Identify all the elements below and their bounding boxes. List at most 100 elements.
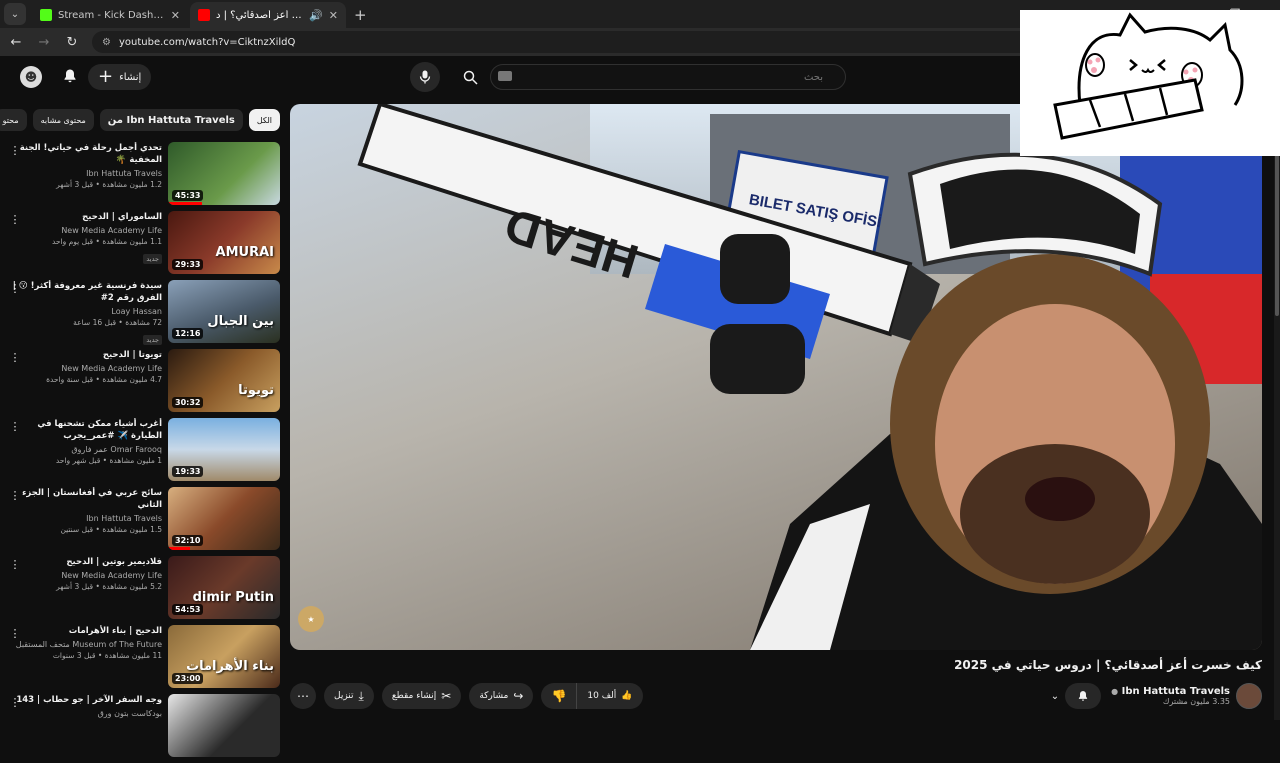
watch-progress-bar [168, 547, 191, 550]
video-title[interactable]: تحدي أجمل رحلة في حياتي! الجنة المخفية 🌴 [8, 142, 162, 166]
create-button[interactable]: + إنشاء [88, 64, 152, 90]
channel-name[interactable]: Loay Hassan [8, 307, 162, 316]
list-item[interactable]: وجه السفر الآخر | جو حطاب | 143 بودكاست … [8, 694, 280, 763]
video-stats: 1.5 مليون مشاهدة • قبل سنتين [60, 525, 162, 534]
video-stats: 1.1 مليون مشاهدة • قبل يوم واحد [51, 237, 162, 246]
video-title[interactable]: وجه السفر الآخر | جو حطاب | 143 [8, 694, 162, 706]
more-actions-icon[interactable]: ⋮ [8, 213, 22, 226]
channel-name-main[interactable]: ● Ibn Hattuta Travels [1111, 686, 1230, 697]
video-thumbnail[interactable]: AMURAI 29:33 [168, 211, 280, 274]
channel-name[interactable]: Ibn Hattuta Travels [8, 169, 162, 178]
more-actions-icon[interactable]: ⋮ [8, 627, 22, 640]
channel-avatar[interactable] [1236, 683, 1262, 709]
download-button[interactable]: تنزيل ⤓ [324, 683, 374, 709]
video-thumbnail[interactable] [168, 694, 280, 757]
video-meta: سائح عربي في أفغانستان | الجزء الثاني Ib… [8, 487, 168, 556]
account-avatar[interactable]: ☻ [20, 66, 42, 88]
like-button[interactable]: 10 ألف 👍 [576, 683, 642, 709]
video-thumbnail[interactable]: بين الجبال 12:16 [168, 280, 280, 343]
video-title[interactable]: فلاديمير بوتين | الدحيح [8, 556, 162, 568]
list-item[interactable]: 19:33 أغرب أشياء ممكن تشحنها في الطيارة … [8, 418, 280, 487]
list-item[interactable]: dimir Putin 54:53 فلاديمير بوتين | الدحي… [8, 556, 280, 625]
clip-button[interactable]: إنشاء مقطع ✂ [381, 683, 462, 709]
video-stats: 4.7 مليون مشاهدة • قبل سنة واحدة [46, 375, 162, 384]
video-frame: BILET SATIŞ OFİSİ HEAD [290, 104, 1262, 650]
list-item[interactable]: 32:10 سائح عربي في أفغانستان | الجزء الث… [8, 487, 280, 556]
video-title[interactable]: الدحيح | بناء الأهرامات [8, 625, 162, 637]
chip-from-channel[interactable]: من Ibn Hattuta Travels [99, 109, 243, 131]
keyboard-icon[interactable] [498, 71, 512, 81]
video-title[interactable]: أغرب أشياء ممكن تشحنها في الطيارة ✈️ #عم… [8, 418, 162, 442]
video-thumbnail[interactable]: تويوتا 30:32 [168, 349, 280, 412]
more-actions-icon[interactable]: ⋮ [8, 144, 22, 157]
video-stats: 1.2 مليون مشاهدة • قبل 3 أشهر [56, 180, 162, 189]
tab-close-icon[interactable]: ✕ [329, 9, 338, 22]
chip-related[interactable]: محتوى مشابه [32, 109, 94, 131]
list-item[interactable]: بناء الأهرامات 23:00 الدحيح | بناء الأهر… [8, 625, 280, 694]
video-thumbnail[interactable]: بناء الأهرامات 23:00 [168, 625, 280, 688]
scissors-icon: ✂ [441, 689, 452, 703]
thumbs-down-icon: 👎 [551, 689, 567, 703]
share-label: مشاركة [479, 691, 509, 701]
more-actions-icon[interactable]: ⋮ [8, 696, 22, 709]
channel-name[interactable]: بودكاست بتون ورق [8, 709, 162, 718]
video-title[interactable]: الساموراي | الدحيح [8, 211, 162, 223]
more-actions-icon[interactable]: ⋮ [8, 558, 22, 571]
channel-name[interactable]: New Media Academy Life [8, 226, 162, 235]
video-stats: 72 مشاهدة • قبل 16 ساعة [73, 318, 162, 327]
site-info-icon[interactable]: ⚙ [102, 37, 111, 48]
tab-close-icon[interactable]: ✕ [171, 9, 180, 22]
more-actions-icon[interactable]: ⋮ [8, 351, 22, 364]
video-player[interactable]: BILET SATIŞ OFİSİ HEAD ★ [290, 104, 1262, 650]
thumbs-up-icon: 👍 [621, 691, 633, 701]
video-title[interactable]: سيدة فرنسية غير معروفة أكثر! 😗 | الفرق ر… [8, 280, 162, 304]
forward-icon[interactable]: → [32, 30, 56, 54]
list-item[interactable]: 45:33 تحدي أجمل رحلة في حياتي! الجنة الم… [8, 142, 280, 211]
video-meta: الدحيح | بناء الأهرامات Museum of The Fu… [8, 625, 168, 694]
notifications-bell-icon[interactable] [60, 66, 80, 86]
video-actions: ⋯ تنزيل ⤓ إنشاء مقطع ✂ مشاركة ↪ 👎 10 ألف… [290, 682, 643, 710]
browser-tab-kick[interactable]: Stream - Kick Dashboard ✕ [32, 2, 188, 28]
video-title[interactable]: تويوتا | الدحيح [8, 349, 162, 361]
duration-badge: 30:32 [172, 397, 204, 408]
subscribe-notification-button[interactable] [1065, 683, 1102, 709]
browser-tab-youtube[interactable]: كيف خسرت أعز أصدقائي؟ | د 🔊 ✕ [190, 2, 346, 28]
video-thumbnail[interactable]: 45:33 [168, 142, 280, 205]
search-button[interactable] [452, 64, 488, 90]
voice-search-icon[interactable] [410, 62, 440, 92]
channel-name[interactable]: Ibn Hattuta Travels [8, 514, 162, 523]
back-icon[interactable]: ← [4, 30, 28, 54]
more-actions-icon[interactable]: ⋮ [8, 282, 22, 295]
tab-audio-icon[interactable]: 🔊 [309, 9, 323, 22]
channel-name[interactable]: Omar Farooq عمر فاروق [8, 445, 162, 454]
duration-badge: 12:16 [172, 328, 204, 339]
video-thumbnail[interactable]: dimir Putin 54:53 [168, 556, 280, 619]
more-icon[interactable]: ⋯ [290, 683, 316, 709]
video-thumbnail[interactable]: 32:10 [168, 487, 280, 550]
share-button[interactable]: مشاركة ↪ [469, 683, 534, 709]
chip-more[interactable]: محتو [0, 109, 27, 131]
list-item[interactable]: بين الجبال 12:16 سيدة فرنسية غير معروفة … [8, 280, 280, 349]
chevron-down-icon[interactable]: ⌄ [1051, 691, 1059, 702]
more-actions-icon[interactable]: ⋮ [8, 489, 22, 502]
download-icon: ⤓ [358, 688, 364, 703]
list-item[interactable]: AMURAI 29:33 الساموراي | الدحيح New Medi… [8, 211, 280, 280]
channel-name[interactable]: New Media Academy Life [8, 571, 162, 580]
channel-name[interactable]: New Media Academy Life [8, 364, 162, 373]
search-input[interactable] [490, 64, 846, 90]
more-actions-icon[interactable]: ⋮ [8, 420, 22, 433]
chip-all[interactable]: الكل [248, 109, 280, 131]
list-item[interactable]: تويوتا 30:32 تويوتا | الدحيح New Media A… [8, 349, 280, 418]
new-tab-button[interactable]: + [354, 6, 367, 24]
url-field[interactable]: ⚙ youtube.com/watch?v=CiktnzXildQ [92, 31, 1092, 53]
video-thumbnail[interactable]: 19:33 [168, 418, 280, 481]
plus-icon: + [98, 66, 114, 87]
duration-badge: 45:33 [172, 190, 204, 201]
channel-watermark-icon[interactable]: ★ [298, 606, 324, 632]
video-title[interactable]: سائح عربي في أفغانستان | الجزء الثاني [8, 487, 162, 511]
channel-name[interactable]: Museum of The Future متحف المستقبل [8, 640, 162, 649]
reload-icon[interactable]: ↻ [60, 30, 84, 54]
dislike-button[interactable]: 👎 [541, 683, 576, 709]
duration-badge: 23:00 [172, 673, 204, 684]
tab-search-button[interactable]: ⌄ [4, 3, 26, 25]
